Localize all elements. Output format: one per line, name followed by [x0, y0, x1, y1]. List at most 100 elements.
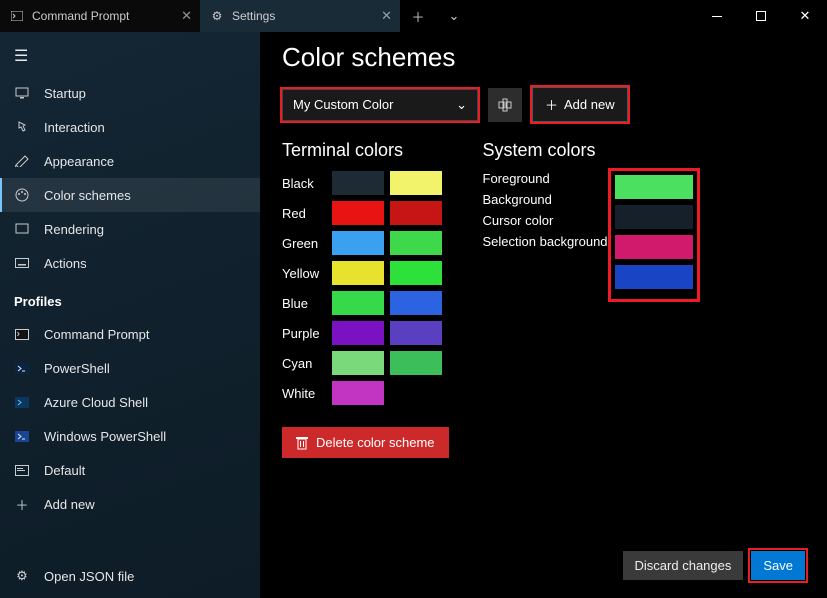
hamburger-button[interactable]: ☰ — [0, 40, 260, 76]
titlebar: Command Prompt ✕ ⚙ Settings ✕ ＋ ⌄ ✕ — [0, 0, 827, 32]
sidebar-profile-default[interactable]: Default — [0, 453, 260, 487]
color-label: White — [282, 386, 332, 401]
sidebar-item-label: Default — [44, 463, 85, 478]
color-swatch-bright[interactable] — [390, 201, 442, 225]
terminal-color-row: Blue — [282, 291, 449, 315]
color-swatch-bright[interactable] — [390, 171, 442, 195]
tab-dropdown-button[interactable]: ⌄ — [442, 8, 466, 24]
terminal-color-row: Green — [282, 231, 449, 255]
sidebar-item-label: Startup — [44, 86, 86, 101]
system-colors-highlight — [611, 171, 697, 299]
sidebar-item-label: Windows PowerShell — [44, 429, 166, 444]
sidebar-item-label: Add new — [44, 497, 95, 512]
profiles-header: Profiles — [0, 280, 260, 317]
color-swatch-normal[interactable] — [332, 321, 384, 345]
system-color-swatch[interactable] — [615, 205, 693, 229]
sidebar-item-color-schemes[interactable]: Color schemes — [0, 178, 260, 212]
sidebar-item-label: Open JSON file — [44, 569, 134, 584]
sidebar-open-json[interactable]: ⚙ Open JSON file — [0, 559, 260, 598]
appearance-icon — [14, 153, 30, 169]
color-swatch-normal[interactable] — [332, 201, 384, 225]
color-swatch-bright[interactable] — [390, 321, 442, 345]
color-swatch-normal[interactable] — [332, 261, 384, 285]
tab-actions: ＋ ⌄ — [400, 0, 472, 32]
color-swatch-bright[interactable] — [390, 231, 442, 255]
sidebar-profile-powershell[interactable]: PowerShell — [0, 351, 260, 385]
color-label: Green — [282, 236, 332, 251]
scheme-selected-value: My Custom Color — [293, 97, 393, 112]
color-swatch-normal[interactable] — [332, 171, 384, 195]
terminal-color-row: Cyan — [282, 351, 449, 375]
system-color-swatch[interactable] — [615, 265, 693, 289]
sidebar-item-label: Color schemes — [44, 188, 131, 203]
sidebar-item-label: Command Prompt — [44, 327, 149, 342]
terminal-color-row: Black — [282, 171, 449, 195]
color-swatch-bright[interactable] — [390, 261, 442, 285]
sidebar-item-label: Rendering — [44, 222, 104, 237]
chevron-down-icon: ⌄ — [456, 97, 467, 113]
tab-label: Settings — [232, 9, 275, 23]
plus-icon: ＋ — [14, 496, 30, 512]
close-icon[interactable]: ✕ — [181, 8, 192, 24]
color-swatch-bright[interactable] — [390, 351, 442, 375]
sidebar-item-interaction[interactable]: Interaction — [0, 110, 260, 144]
rename-scheme-button[interactable] — [488, 88, 522, 122]
color-label: Cyan — [282, 356, 332, 371]
startup-icon — [14, 85, 30, 101]
color-label: Yellow — [282, 266, 332, 281]
sidebar: ☰ Startup Interaction Appearance Color s… — [0, 32, 260, 598]
close-icon[interactable]: ✕ — [381, 8, 392, 24]
sidebar-add-new[interactable]: ＋ Add new — [0, 487, 260, 521]
default-icon — [14, 462, 30, 478]
color-swatch-normal[interactable] — [332, 291, 384, 315]
color-swatch-bright[interactable] — [390, 381, 442, 405]
sidebar-item-label: Appearance — [44, 154, 114, 169]
powershell-icon — [14, 360, 30, 376]
gear-icon: ⚙ — [210, 9, 224, 23]
palette-icon — [14, 187, 30, 203]
color-swatch-bright[interactable] — [390, 291, 442, 315]
sidebar-item-appearance[interactable]: Appearance — [0, 144, 260, 178]
close-window-button[interactable]: ✕ — [783, 0, 827, 32]
maximize-button[interactable] — [739, 0, 783, 32]
system-colors-title: System colors — [483, 140, 697, 161]
trash-icon — [296, 436, 308, 450]
sidebar-profile-windows-powershell[interactable]: Windows PowerShell — [0, 419, 260, 453]
color-swatch-normal[interactable] — [332, 381, 384, 405]
sidebar-item-label: Interaction — [44, 120, 105, 135]
color-label: Red — [282, 206, 332, 221]
system-colors-section: System colors ForegroundBackgroundCursor… — [483, 140, 697, 458]
sidebar-profile-azure[interactable]: Azure Cloud Shell — [0, 385, 260, 419]
sidebar-item-actions[interactable]: Actions — [0, 246, 260, 280]
color-label: Black — [282, 176, 332, 191]
color-swatch-normal[interactable] — [332, 351, 384, 375]
sidebar-item-startup[interactable]: Startup — [0, 76, 260, 110]
terminal-colors-section: Terminal colors BlackRedGreenYellowBlueP… — [282, 140, 449, 458]
system-color-label: Background — [483, 192, 611, 207]
sidebar-item-rendering[interactable]: Rendering — [0, 212, 260, 246]
system-color-swatch[interactable] — [615, 175, 693, 199]
scheme-select[interactable]: My Custom Color ⌄ — [282, 89, 478, 121]
discard-button[interactable]: Discard changes — [623, 551, 744, 580]
winps-icon — [14, 428, 30, 444]
sidebar-profile-command-prompt[interactable]: Command Prompt — [0, 317, 260, 351]
new-tab-button[interactable]: ＋ — [406, 7, 430, 26]
delete-scheme-button[interactable]: Delete color scheme — [282, 427, 449, 458]
azure-icon — [14, 394, 30, 410]
add-new-label: Add new — [564, 97, 615, 112]
system-color-swatch[interactable] — [615, 235, 693, 259]
terminal-color-row: White — [282, 381, 449, 405]
terminal-color-row: Yellow — [282, 261, 449, 285]
add-scheme-button[interactable]: ＋ Add new — [532, 87, 628, 122]
save-button[interactable]: Save — [751, 551, 805, 580]
minimize-button[interactable] — [695, 0, 739, 32]
sidebar-item-label: Actions — [44, 256, 87, 271]
tab-command-prompt[interactable]: Command Prompt ✕ — [0, 0, 200, 32]
interaction-icon — [14, 119, 30, 135]
tab-settings[interactable]: ⚙ Settings ✕ — [200, 0, 400, 32]
cmd-icon — [14, 326, 30, 342]
terminal-color-row: Purple — [282, 321, 449, 345]
system-color-label: Selection background — [483, 234, 611, 249]
color-swatch-normal[interactable] — [332, 231, 384, 255]
system-color-label: Cursor color — [483, 213, 611, 228]
